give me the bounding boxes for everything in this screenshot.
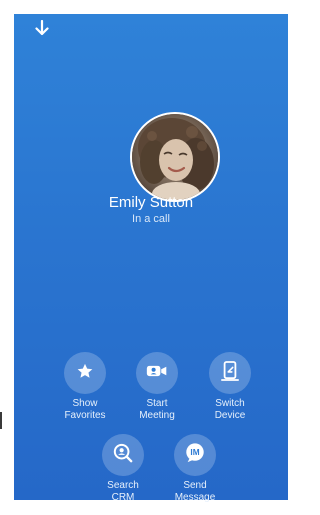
im-icon-text: IM (190, 448, 199, 457)
show-favorites-circle (64, 352, 106, 394)
call-status: In a call (132, 213, 170, 225)
switch-device-button[interactable]: Switch Device (199, 352, 261, 422)
search-crm-icon (113, 443, 133, 468)
show-favorites-button[interactable]: Show Favorites (54, 352, 116, 422)
app-stage: Emily Sutton In a call Show Favorites St (0, 0, 302, 515)
search-crm-circle (102, 434, 144, 476)
send-message-circle: IM (174, 434, 216, 476)
collapse-button[interactable] (32, 18, 52, 38)
video-camera-icon (146, 363, 168, 384)
search-crm-button[interactable]: Search CRM (92, 434, 154, 504)
send-message-button[interactable]: IM Send Message (164, 434, 226, 504)
contact-avatar (130, 112, 220, 202)
window-edge-marker (0, 412, 2, 429)
contact-name: Emily Sutton (108, 194, 194, 211)
start-meeting-button[interactable]: Start Meeting (126, 352, 188, 422)
active-call-panel (14, 14, 288, 500)
arrow-down-icon (35, 20, 49, 36)
star-icon (76, 362, 94, 385)
search-crm-label: Search CRM (107, 480, 139, 503)
start-meeting-label: Start Meeting (139, 398, 175, 421)
show-favorites-label: Show Favorites (64, 398, 106, 421)
message-im-icon: IM (184, 442, 206, 469)
switch-device-label: Switch Device (214, 398, 246, 421)
switch-device-icon (221, 360, 239, 386)
start-meeting-circle (136, 352, 178, 394)
send-message-label: Send Message (174, 480, 216, 503)
switch-device-circle (209, 352, 251, 394)
